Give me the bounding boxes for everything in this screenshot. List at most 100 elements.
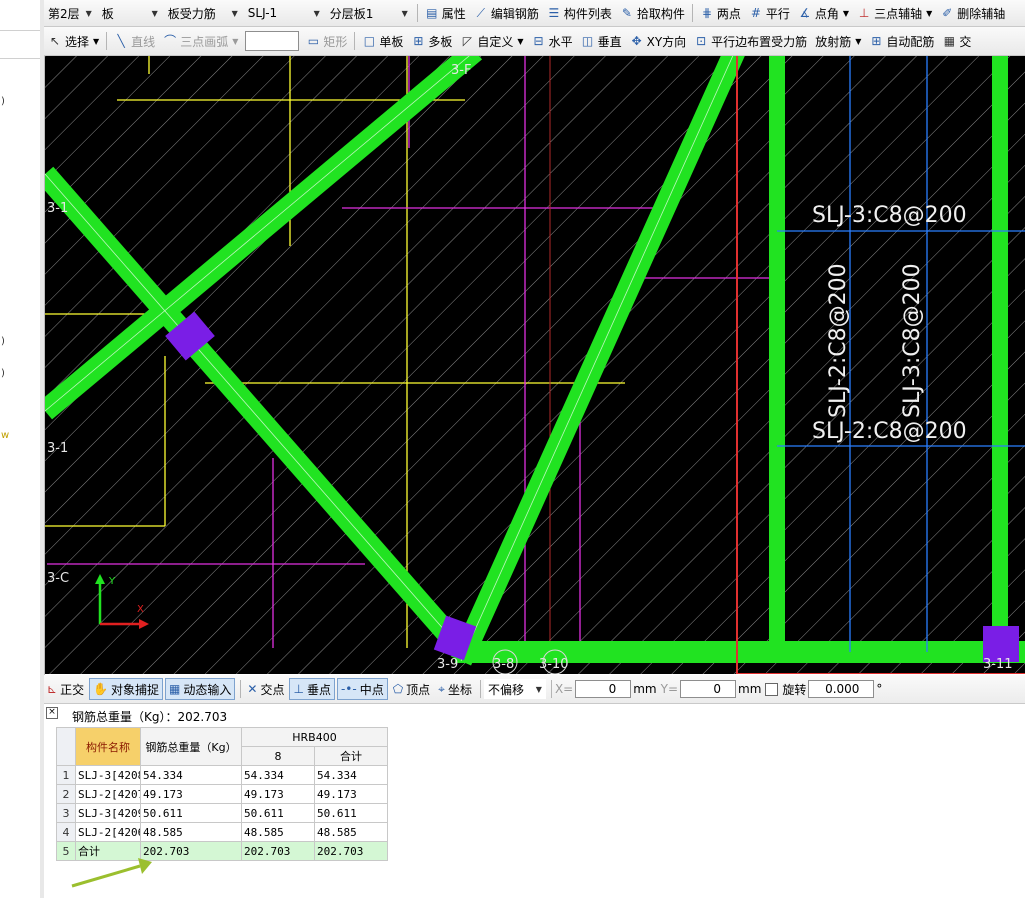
y-input[interactable]: 0 [680,680,737,698]
radial-label: 放射筋 [815,34,852,49]
single-slab-button[interactable]: □ 单板 [358,30,407,52]
line-button[interactable]: ╲ 直线 [110,30,159,52]
rect-icon: ▭ [307,34,320,48]
midpoint-label: 中点 [359,682,384,697]
floor-select[interactable]: 第2层 ▼ [44,3,96,23]
auto-label: 自动配筋 [886,34,935,49]
two-point-axis-button[interactable]: ⋕ 两点 [696,2,745,24]
dynamic-input-label: 动态输入 [183,682,232,697]
layer-select[interactable]: 分层板1 ▼ [326,3,412,23]
three-point-axis-label: 三点辅轴 [874,6,923,21]
parallel-edge-icon: ⊡ [696,34,707,48]
edit-rebar-button[interactable]: ⟋ 编辑钢筋 [470,2,543,24]
perpendicular-icon: ⊥ [293,682,304,696]
cell-sum: 48.585 [314,822,388,842]
cell-d8: 49.173 [241,784,315,804]
arc-button[interactable]: ⌒ 三点画弧 ▼ [159,30,242,52]
object-snap-toggle[interactable]: ✋ 对象捕捉 [89,678,164,700]
slab-hatch [45,56,1025,674]
separator [479,680,481,698]
ortho-toggle[interactable]: ⊾ 正交 [44,679,87,699]
row-number: 2 [56,784,76,804]
radial-button[interactable]: 放射筋 ▼ [811,30,865,52]
header-diameter: 8 [241,746,315,766]
offset-select[interactable]: 不偏移 ▼ [483,679,546,699]
snap-toolbar: ⊾ 正交 ✋ 对象捕捉 ▦ 动态输入 ✕ 交点 ⊥ 垂点 -•- 中点 ⬠ 顶点 ⌖ 坐标 不偏… [44,675,1025,704]
table-row[interactable]: 3 SLJ-3[4209 50.611 50.611 50.611 [56,803,388,823]
rotate-checkbox[interactable] [765,682,779,696]
multi-slab-button[interactable]: ⊞ 多板 [407,30,456,52]
parallel-label: 平行 [765,6,790,21]
pick-label: 拾取构件 [636,6,685,21]
multi-slab-label: 多板 [428,34,453,49]
two-point-icon: ⋕ [701,6,712,20]
single-slab-label: 单板 [379,34,404,49]
chevron-down-icon: ▼ [85,8,92,18]
toolbar-draw: ↖ 选择 ▼ ╲ 直线 ⌒ 三点画弧 ▼ ▭ 矩形 □ 单板 ⊞ 多板 ◸ 自定义 ▼ ⊟ 水平 ◫ 垂… [44,27,1025,56]
component-list-button[interactable]: ☰ 构件列表 [543,2,616,24]
table-row[interactable]: 1 SLJ-3[4208 54.334 54.334 54.334 [56,765,388,785]
custom-button[interactable]: ◸ 自定义 ▼ [456,30,527,52]
pick-component-button[interactable]: ✎ 拾取构件 [616,2,689,24]
three-point-axis-button[interactable]: ⊥ 三点辅轴 ▼ [853,2,936,24]
midpoint-snap[interactable]: -•- 中点 [336,678,388,700]
auto-rebar-button[interactable]: ⊞ 自动配筋 [865,30,938,52]
cut-button[interactable]: ▦ 交 [938,30,975,52]
cell-d8: 48.585 [241,822,315,842]
header-total[interactable]: 钢筋总重量（Kg） [140,727,242,766]
xy-direction-button[interactable]: ✥ XY方向 [626,30,691,52]
horizontal-button[interactable]: ⊟ 水平 [528,30,577,52]
select-label: 选择 [65,34,90,49]
vertical-button[interactable]: ◫ 垂直 [577,30,626,52]
category-select[interactable]: 板 ▼ [98,3,162,23]
header-name[interactable]: 构件名称 [75,727,141,766]
arc-icon: ⌒ [164,34,177,48]
perpendicular-snap[interactable]: ⊥ 垂点 [289,678,335,700]
subtype-select[interactable]: 板受力筋 ▼ [164,3,242,23]
left-fragment: w [1,430,10,441]
arc-mode-combo[interactable] [245,31,300,51]
edit-rebar-label: 编辑钢筋 [490,6,539,21]
cut-icon: ▦ [943,34,956,48]
cad-drawing[interactable]: 3-F 3-1 3-1 3-C 3-9 3-8 3-10 3-11 SLJ-3:… [45,56,1025,674]
close-icon[interactable]: × [46,707,58,719]
delete-axis-label: 删除辅轴 [957,6,1006,21]
rect-button[interactable]: ▭ 矩形 [302,30,351,52]
cell-name: SLJ-2[4207 [75,784,141,804]
table-row[interactable]: 4 SLJ-2[4206 48.585 48.585 48.585 [56,822,388,842]
dynamic-input-toggle[interactable]: ▦ 动态输入 [165,678,236,700]
cell-name: SLJ-2[4206 [75,822,141,842]
properties-button[interactable]: ▤ 属性 [421,2,470,24]
parallel-edge-button[interactable]: ⊡ 平行边布置受力筋 [690,30,811,52]
chevron-down-icon: ▼ [401,8,408,18]
cell-sum: 202.703 [314,841,388,861]
parallel-axis-button[interactable]: # 平行 [745,2,794,24]
point-angle-button[interactable]: ∡ 点角 ▼ [794,2,853,24]
rotate-input[interactable]: 0.000 [808,680,875,698]
object-snap-label: 对象捕捉 [111,682,160,697]
table-row[interactable]: 2 SLJ-2[4207 49.173 49.173 49.173 [56,784,388,804]
xy-icon: ✥ [631,34,642,48]
ortho-icon: ⊾ [47,682,58,696]
y-label: Y= [660,682,679,696]
cell-d8: 202.703 [241,841,315,861]
delete-axis-button[interactable]: ✐ 删除辅轴 [936,2,1009,24]
properties-label: 属性 [441,6,466,21]
point-angle-label: 点角 [814,6,839,21]
x-input[interactable]: 0 [575,680,632,698]
weight-table: 构件名称 钢筋总重量（Kg） HRB400 8 合计 1 SLJ-3[4208 … [56,727,388,861]
drawing-canvas[interactable]: 3-F 3-1 3-1 3-C 3-9 3-8 3-10 3-11 SLJ-3:… [45,56,1025,674]
element-select[interactable]: SLJ-1 ▼ [244,3,324,23]
cell-name: SLJ-3[4209 [75,803,141,823]
cell-total: 50.611 [140,803,242,823]
grid-label: 3-F [451,63,471,78]
two-point-label: 两点 [716,6,741,21]
toolbar-main: 第2层 ▼ 板 ▼ 板受力筋 ▼ SLJ-1 ▼ 分层板1 ▼ ▤ 属性 ⟋ 编辑钢筋 ☰ 构件… [44,0,1025,27]
select-button[interactable]: ↖ 选择 ▼ [44,30,103,52]
midpoint-icon: -•- [340,682,357,696]
intersection-snap[interactable]: ✕ 交点 [244,679,287,699]
coord-snap[interactable]: ⌖ 坐标 [435,679,475,699]
degree-unit: ° [876,682,883,696]
cell-sum: 49.173 [314,784,388,804]
vertex-snap[interactable]: ⬠ 顶点 [390,679,433,699]
